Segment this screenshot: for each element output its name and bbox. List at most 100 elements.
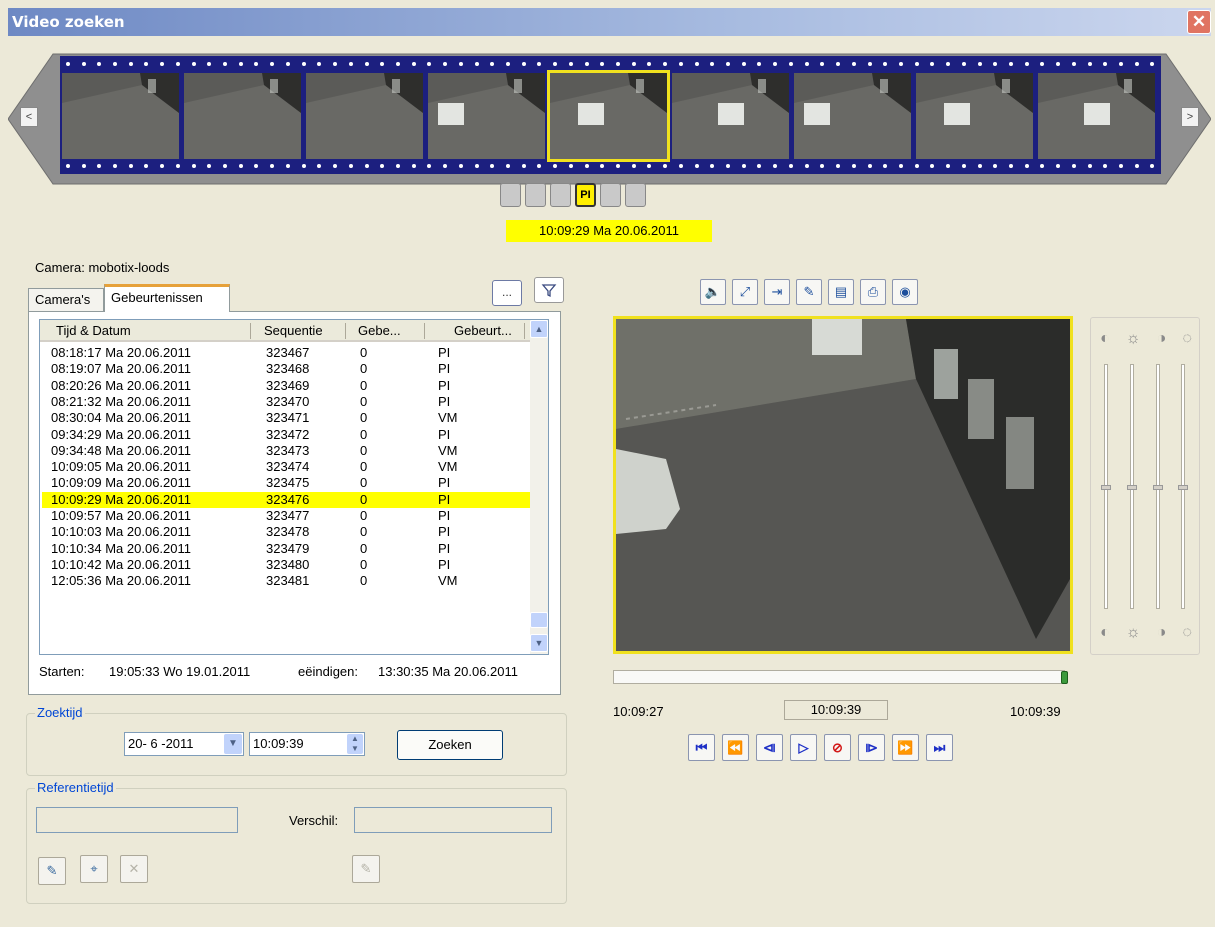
table-row[interactable]: 08:21:32 Ma 20.06.2011 323470 0 PI [42, 394, 530, 410]
sprocket-hole [521, 62, 526, 66]
print-icon[interactable]: ⎙ [860, 279, 886, 305]
column-header-sequence[interactable]: Sequentie [264, 323, 323, 338]
sprocket-hole [238, 62, 243, 66]
column-separator[interactable] [424, 323, 425, 339]
progress-thumb[interactable] [1061, 671, 1068, 684]
fullscreen-icon[interactable]: ⤢ [732, 279, 758, 305]
column-separator[interactable] [250, 323, 251, 339]
slider-thumb[interactable] [1178, 485, 1188, 490]
difference-field[interactable] [354, 807, 552, 833]
table-row[interactable]: 08:30:04 Ma 20.06.2011 323471 0 VM [42, 410, 530, 426]
window-title: Video zoeken [12, 13, 125, 31]
table-row[interactable]: 08:20:26 Ma 20.06.2011 323469 0 PI [42, 378, 530, 394]
search-button[interactable]: Zoeken [397, 730, 503, 760]
last-icon[interactable]: ⏭ [926, 734, 953, 761]
column-header-time[interactable]: Tijd & Datum [56, 323, 131, 338]
filmstrip-frame[interactable] [62, 73, 179, 159]
contrast-slider[interactable] [1101, 364, 1111, 609]
fast-forward-icon[interactable]: ⏩ [892, 734, 919, 761]
set-reference-button[interactable]: ✎ [38, 857, 66, 885]
filmstrip-frame[interactable] [547, 70, 670, 162]
step-forward-icon[interactable]: ⧐ [858, 734, 885, 761]
event-marker[interactable] [625, 183, 646, 207]
sprocket-hole [1103, 62, 1108, 66]
sprocket-hole [380, 62, 385, 66]
filmstrip-next-button[interactable]: > [1181, 107, 1199, 127]
table-row[interactable]: 10:10:03 Ma 20.06.2011 323478 0 PI [42, 524, 530, 540]
slider-thumb[interactable] [1101, 485, 1111, 490]
stop-icon[interactable]: ⊘ [824, 734, 851, 761]
filmstrip-prev-button[interactable]: < [20, 107, 38, 127]
playback-progress[interactable] [613, 670, 1068, 684]
column-separator[interactable] [524, 323, 525, 339]
scroll-up-icon[interactable]: ▲ [530, 320, 548, 338]
more-button[interactable]: ... [492, 280, 522, 306]
column-header-event-type[interactable]: Gebeurt... [454, 323, 512, 338]
table-row[interactable]: 10:09:09 Ma 20.06.2011 323475 0 PI [42, 475, 530, 491]
column-separator[interactable] [345, 323, 346, 339]
column-header-event-nr[interactable]: Gebe... [358, 323, 401, 338]
sprocket-hole [207, 62, 212, 66]
reference-time-field[interactable] [36, 807, 238, 833]
gamma-slider[interactable] [1178, 364, 1188, 609]
chevron-down-icon[interactable]: ▼ [224, 734, 242, 754]
table-cell: 323469 [266, 377, 310, 393]
filmstrip-frame[interactable] [428, 73, 545, 159]
table-cell: 0 [360, 442, 368, 458]
step-back-icon[interactable]: ⧏ [756, 734, 783, 761]
list-scrollbar[interactable]: ▲ ▼ [530, 320, 548, 654]
search-date-picker[interactable]: 20- 6 -2011 ▼ [124, 732, 244, 756]
event-marker[interactable] [600, 183, 621, 207]
slider-thumb[interactable] [1127, 485, 1137, 490]
sprocket-hole [191, 164, 196, 168]
search-time-input[interactable]: 10:09:39 ▲ ▼ [249, 732, 365, 756]
sprocket-hole [458, 164, 463, 168]
sprocket-hole [411, 164, 416, 168]
table-row[interactable]: 12:05:36 Ma 20.06.2011 323481 0 VM [42, 573, 530, 589]
tab-gebeurtenissen[interactable]: Gebeurtenissen [104, 284, 230, 312]
tab-cameras[interactable]: Camera's [28, 288, 104, 311]
table-row[interactable]: 09:34:29 Ma 20.06.2011 323472 0 PI [42, 427, 530, 443]
sprocket-hole [914, 62, 919, 66]
export-clip-icon[interactable]: ⇥ [764, 279, 790, 305]
filmstrip-frame[interactable] [1038, 73, 1155, 159]
event-marker[interactable] [550, 183, 571, 207]
scroll-down-icon[interactable]: ▼ [530, 634, 548, 652]
rewind-icon[interactable]: ⏪ [722, 734, 749, 761]
sprocket-hole [537, 62, 542, 66]
goto-reference-button[interactable]: ⌖ [80, 855, 108, 883]
video-view[interactable] [613, 316, 1073, 654]
record-icon[interactable]: ◉ [892, 279, 918, 305]
table-row[interactable]: 08:18:17 Ma 20.06.2011 323467 0 PI [42, 345, 530, 361]
event-marker[interactable] [500, 183, 521, 207]
scroll-thumb[interactable] [530, 612, 548, 628]
filmstrip-frame[interactable] [306, 73, 423, 159]
brightness-slider[interactable] [1127, 364, 1137, 609]
table-row[interactable]: 10:09:29 Ma 20.06.2011 323476 0 PI [42, 491, 530, 508]
event-marker[interactable]: PI [575, 183, 596, 207]
play-icon[interactable]: ▷ [790, 734, 817, 761]
speaker-icon[interactable]: 🔈 [700, 279, 726, 305]
filmstrip-frame[interactable] [672, 73, 789, 159]
filmstrip-frame[interactable] [794, 73, 911, 159]
table-row[interactable]: 10:10:34 Ma 20.06.2011 323479 0 PI [42, 541, 530, 557]
table-row[interactable]: 10:10:42 Ma 20.06.2011 323480 0 PI [42, 557, 530, 573]
table-cell: 323472 [266, 426, 310, 442]
filter-button[interactable] [534, 277, 564, 303]
edit-icon[interactable]: ✎ [796, 279, 822, 305]
slider-thumb[interactable] [1153, 485, 1163, 490]
table-row[interactable]: 10:09:57 Ma 20.06.2011 323477 0 PI [42, 508, 530, 524]
saturation-slider[interactable] [1153, 364, 1163, 609]
table-row[interactable]: 09:34:48 Ma 20.06.2011 323473 0 VM [42, 443, 530, 459]
first-icon[interactable]: ⏮ [688, 734, 715, 761]
clear-difference-button[interactable]: ✎ [352, 855, 380, 883]
event-marker[interactable] [525, 183, 546, 207]
table-row[interactable]: 08:19:07 Ma 20.06.2011 323468 0 PI [42, 361, 530, 377]
close-icon[interactable]: ✕ [1187, 10, 1211, 34]
save-icon[interactable]: ▤ [828, 279, 854, 305]
clear-reference-button[interactable]: ✕ [120, 855, 148, 883]
time-spinner-icon[interactable]: ▲ ▼ [347, 734, 363, 754]
table-row[interactable]: 10:09:05 Ma 20.06.2011 323474 0 VM [42, 459, 530, 475]
filmstrip-frame[interactable] [916, 73, 1033, 159]
filmstrip-frame[interactable] [184, 73, 301, 159]
